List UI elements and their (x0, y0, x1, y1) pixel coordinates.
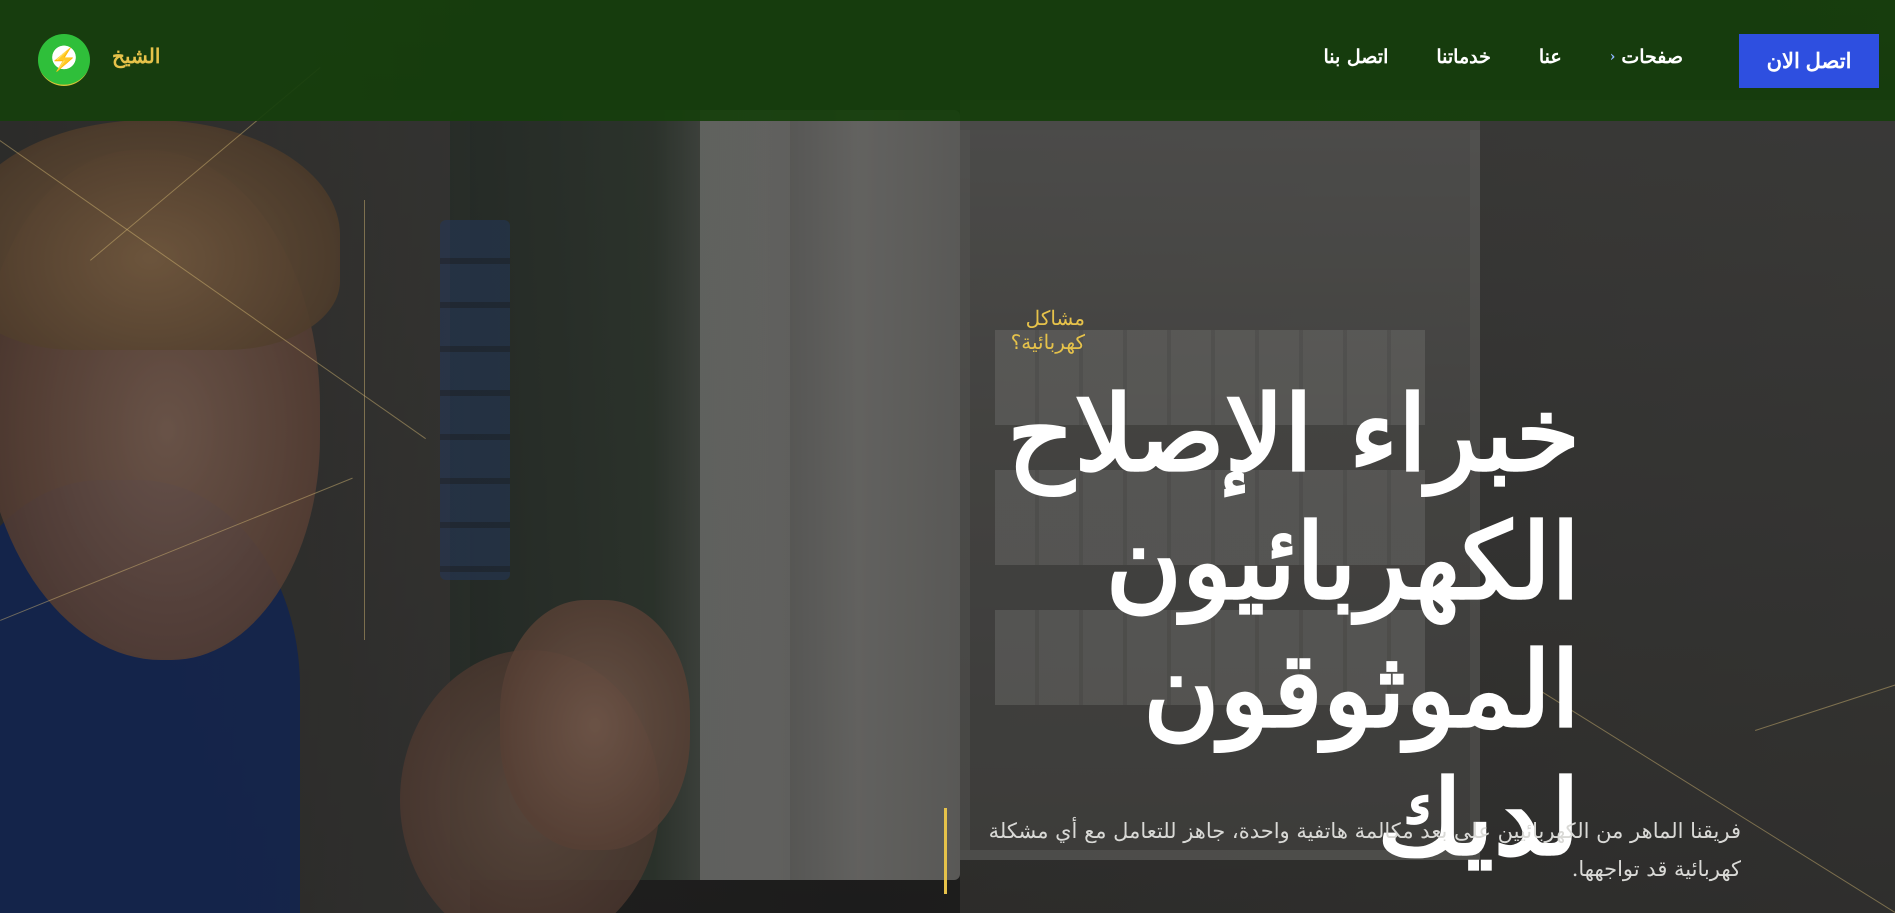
hero-title: خبراء الإصلاح الكهربائيون الموثوقون لديك (940, 370, 1580, 882)
nav-label: عنا (1538, 46, 1562, 68)
main-nav: اتصل بنا خدماتنا عنا صفحات ‹ (1323, 46, 1683, 68)
hero-title-line: الكهربائيون (1105, 500, 1580, 623)
hero-eyebrow: مشاكل كهربائية؟ (1010, 306, 1085, 354)
nav-item-services[interactable]: خدماتنا (1436, 46, 1491, 68)
site-header: ⚡ الشيخ اتصل بنا خدماتنا عنا صفحات ‹ اتص… (0, 0, 1895, 121)
call-now-button[interactable]: اتصل الان (1739, 34, 1879, 88)
nav-label: صفحات (1621, 46, 1683, 68)
hero-description: فريقنا الماهر من الكهربائيين على بعد مكا… (988, 819, 1741, 881)
description-accent-bar (944, 808, 947, 894)
decorative-line (364, 200, 365, 640)
electrician-mascot-icon[interactable]: ⚡ (38, 34, 90, 86)
nav-label: خدماتنا (1436, 46, 1491, 68)
brand-name[interactable]: الشيخ (112, 44, 160, 68)
hero-title-line: خبراء الإصلاح (1007, 372, 1580, 495)
chevron-left-icon: ‹ (1609, 49, 1616, 65)
nav-item-pages[interactable]: صفحات ‹ (1610, 46, 1683, 68)
nav-item-contact[interactable]: اتصل بنا (1323, 46, 1388, 68)
nav-label: اتصل بنا (1323, 46, 1389, 68)
nav-item-about[interactable]: عنا (1539, 46, 1562, 68)
